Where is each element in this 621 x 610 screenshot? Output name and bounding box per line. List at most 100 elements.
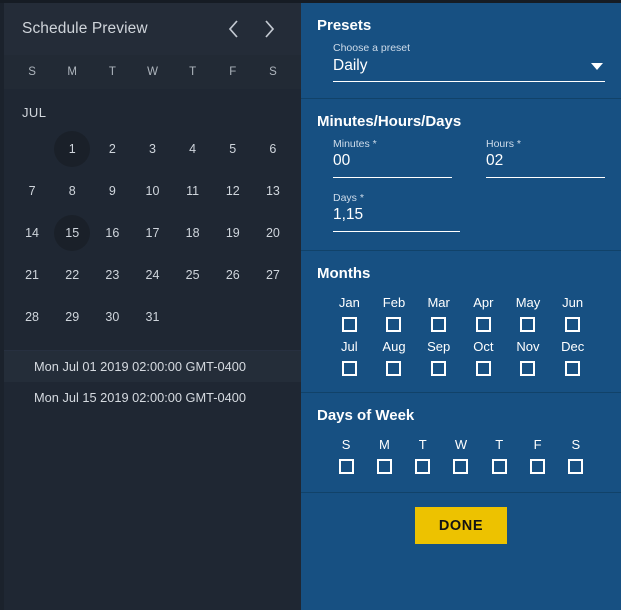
preview-empty-space <box>4 413 301 610</box>
month-label-7: Aug <box>382 339 406 354</box>
calendar-day-3[interactable]: 3 <box>132 128 172 170</box>
month-checkbox-6[interactable] <box>341 361 357 376</box>
preset-select[interactable]: Choose a preset Daily <box>317 42 605 82</box>
months-section: Months Jan Feb Mar Apr May Jun Jul Aug Sep Oct Nov… <box>301 251 621 393</box>
month-cell-1: Feb <box>372 290 417 334</box>
calendar-day-11[interactable]: 11 <box>173 170 213 212</box>
calendar-day-label: 24 <box>145 268 160 282</box>
hours-field[interactable]: Hours * 02 <box>470 138 605 178</box>
calendar-day-17[interactable]: 17 <box>132 212 172 254</box>
day-of-week-label-0: S <box>341 437 351 452</box>
list-item[interactable]: Mon Jul 01 2019 02:00:00 GMT-0400 <box>4 351 301 382</box>
calendar-day-9[interactable]: 9 <box>92 170 132 212</box>
month-checkbox-0[interactable] <box>341 317 357 332</box>
day-of-week-checkbox-5[interactable] <box>530 459 546 474</box>
mhd-row-1: Minutes * 00 Hours * 02 <box>317 138 605 178</box>
calendar-day-14[interactable]: 14 <box>12 212 52 254</box>
day-of-week-checkbox-3[interactable] <box>453 459 469 474</box>
calendar-month-label: JUL <box>22 105 47 120</box>
day-of-week-label-6: S <box>571 437 581 452</box>
calendar-day-16[interactable]: 16 <box>92 212 132 254</box>
calendar-day-label: 10 <box>145 184 160 198</box>
chevron-right-icon[interactable] <box>251 11 287 47</box>
calendar-day-10[interactable]: 10 <box>132 170 172 212</box>
month-cell-8: Sep <box>416 334 461 378</box>
calendar-day-24[interactable]: 24 <box>132 254 172 296</box>
months-checkbox-grid: Jan Feb Mar Apr May Jun Jul Aug Sep Oct Nov Dec <box>317 290 605 378</box>
month-cell-11: Dec <box>550 334 595 378</box>
calendar-day-label: 1 <box>54 131 91 167</box>
month-checkbox-4[interactable] <box>520 317 536 332</box>
month-checkbox-3[interactable] <box>475 317 491 332</box>
done-button[interactable]: DONE <box>415 507 507 544</box>
day-of-week-checkbox-0[interactable] <box>338 459 354 474</box>
day-of-week-checkbox-1[interactable] <box>376 459 392 474</box>
calendar-day-4[interactable]: 4 <box>173 128 213 170</box>
month-checkbox-10[interactable] <box>520 361 536 376</box>
chevron-left-icon[interactable] <box>215 11 251 47</box>
day-of-week-checkbox-4[interactable] <box>491 459 507 474</box>
month-checkbox-5[interactable] <box>565 317 581 332</box>
calendar-day-label: 20 <box>265 226 280 240</box>
hours-input[interactable]: 02 <box>486 152 605 178</box>
calendar-day-blank <box>12 128 52 170</box>
month-label-6: Jul <box>341 339 358 354</box>
calendar-day-20[interactable]: 20 <box>253 212 293 254</box>
days-of-week-title: Days of Week <box>317 407 415 424</box>
day-of-week-cell-4: T <box>480 432 518 476</box>
calendar-day-13[interactable]: 13 <box>253 170 293 212</box>
calendar-day-31[interactable]: 31 <box>132 296 172 338</box>
calendar-day-26[interactable]: 26 <box>213 254 253 296</box>
calendar-day-5[interactable]: 5 <box>213 128 253 170</box>
day-of-week-checkbox-6[interactable] <box>568 459 584 474</box>
calendar-day-25[interactable]: 25 <box>173 254 213 296</box>
calendar-day-27[interactable]: 27 <box>253 254 293 296</box>
calendar-day-12[interactable]: 12 <box>213 170 253 212</box>
calendar-day-label: 5 <box>229 142 237 156</box>
calendar-day-29[interactable]: 29 <box>52 296 92 338</box>
calendar-day-18[interactable]: 18 <box>173 212 213 254</box>
presets-title: Presets <box>317 17 372 34</box>
preset-select-value-row[interactable]: Daily <box>333 56 605 82</box>
month-checkbox-9[interactable] <box>475 361 491 376</box>
calendar-day-6[interactable]: 6 <box>253 128 293 170</box>
months-title: Months <box>317 265 371 282</box>
month-label-2: Mar <box>427 295 450 310</box>
calendar-day-22[interactable]: 22 <box>52 254 92 296</box>
list-item[interactable]: Mon Jul 15 2019 02:00:00 GMT-0400 <box>4 382 301 413</box>
calendar-day-1[interactable]: 1 <box>52 128 92 170</box>
month-checkbox-1[interactable] <box>386 317 402 332</box>
calendar-day-label: 2 <box>108 142 116 156</box>
calendar-day-21[interactable]: 21 <box>12 254 52 296</box>
month-checkbox-11[interactable] <box>565 361 581 376</box>
day-of-week-label-4: T <box>495 437 504 452</box>
calendar-day-8[interactable]: 8 <box>52 170 92 212</box>
calendar-day-2[interactable]: 2 <box>92 128 132 170</box>
calendar-day-23[interactable]: 23 <box>92 254 132 296</box>
month-checkbox-7[interactable] <box>386 361 402 376</box>
month-checkbox-8[interactable] <box>431 361 447 376</box>
calendar-day-19[interactable]: 19 <box>213 212 253 254</box>
calendar-weekday-4: T <box>189 66 197 78</box>
month-label-8: Sep <box>427 339 451 354</box>
calendar-day-label: 23 <box>105 268 120 282</box>
calendar-day-15[interactable]: 15 <box>52 212 92 254</box>
month-label-1: Feb <box>382 295 406 310</box>
month-checkbox-2[interactable] <box>431 317 447 332</box>
calendar-day-30[interactable]: 30 <box>92 296 132 338</box>
calendar-body: JUL 1 2 3 4 5 6 7 8 9 10 11 12 13 14 15 16 17 18 19 20 21 22 2… <box>4 89 301 338</box>
schedule-preview-pane: Schedule Preview SMTWTFS JUL 1 2 3 4 5 6 7 8 9 10… <box>0 3 301 610</box>
day-of-week-checkbox-2[interactable] <box>415 459 431 474</box>
calendar-day-28[interactable]: 28 <box>12 296 52 338</box>
minutes-field[interactable]: Minutes * 00 <box>317 138 452 178</box>
calendar-day-label: 18 <box>185 226 200 240</box>
month-cell-7: Aug <box>372 334 417 378</box>
minutes-input[interactable]: 00 <box>333 152 452 178</box>
calendar-day-label: 4 <box>189 142 197 156</box>
chevron-down-icon[interactable] <box>591 62 603 70</box>
calendar-day-7[interactable]: 7 <box>12 170 52 212</box>
calendar-day-label: 27 <box>265 268 280 282</box>
days-field[interactable]: Days * 1,15 <box>317 192 460 232</box>
days-input[interactable]: 1,15 <box>333 206 460 232</box>
day-of-week-label-1: M <box>379 437 390 452</box>
